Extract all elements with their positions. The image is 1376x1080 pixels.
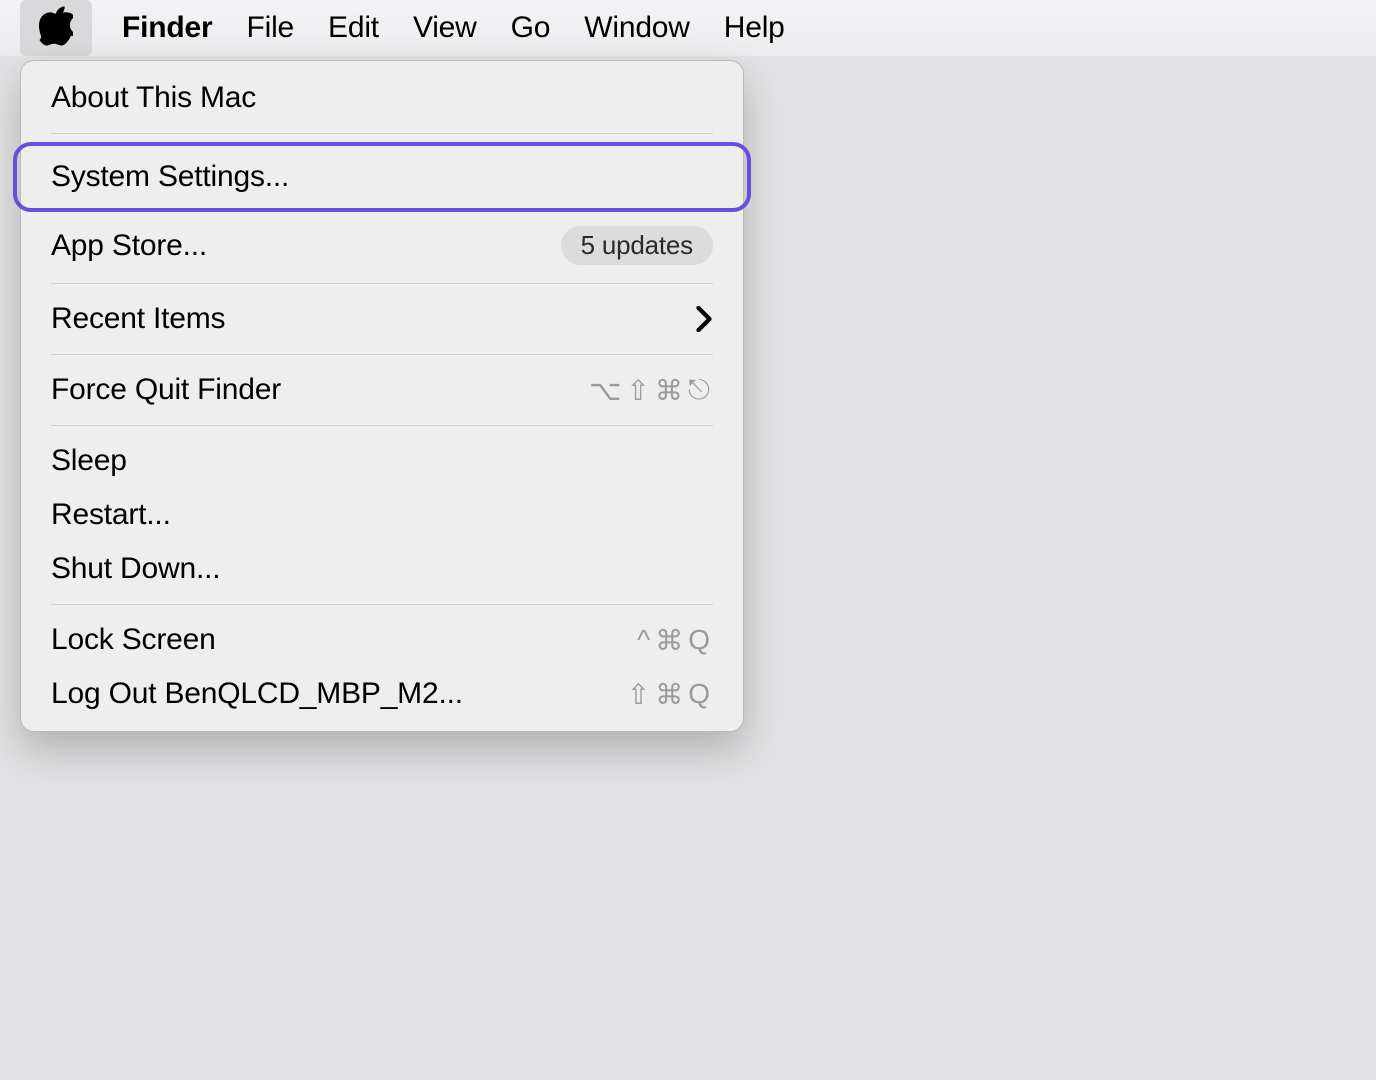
menu-recent-items[interactable]: Recent Items (21, 292, 743, 346)
menu-sleep[interactable]: Sleep (21, 434, 743, 488)
shift-key-icon: ⇧ (626, 374, 652, 407)
menu-separator (51, 354, 713, 355)
menu-log-out[interactable]: Log Out BenQLCD_MBP_M2... ⇧ ⌘ Q (21, 667, 743, 721)
menu-separator (51, 604, 713, 605)
command-key-icon: ⌘ (655, 678, 686, 711)
menu-item-label: Sleep (51, 444, 127, 478)
menu-item-label: About This Mac (51, 81, 256, 115)
menu-app-name[interactable]: Finder (122, 11, 212, 45)
menu-window[interactable]: Window (584, 11, 690, 45)
menu-separator (51, 133, 713, 134)
menu-about-this-mac[interactable]: About This Mac (21, 71, 743, 125)
q-key: Q (688, 678, 713, 710)
menubar: Finder File Edit View Go Window Help (0, 0, 1376, 56)
q-key: Q (688, 624, 713, 656)
escape-key-icon: ⎋ (688, 374, 713, 407)
keyboard-shortcut: ⌥ ⇧ ⌘ ⎋ (589, 374, 713, 407)
menu-separator (51, 283, 713, 284)
menu-system-settings[interactable]: System Settings... (13, 142, 751, 212)
apple-menu-button[interactable] (20, 0, 92, 56)
menu-item-label: Lock Screen (51, 623, 216, 657)
shift-key-icon: ⇧ (627, 678, 653, 711)
menu-item-label: Shut Down... (51, 552, 220, 586)
menu-item-label: Force Quit Finder (51, 373, 281, 407)
menu-item-label: Log Out BenQLCD_MBP_M2... (51, 677, 463, 711)
menu-go[interactable]: Go (511, 11, 551, 45)
option-key-icon: ⌥ (589, 374, 624, 407)
menu-edit[interactable]: Edit (328, 11, 379, 45)
keyboard-shortcut: ^ ⌘ Q (637, 624, 713, 657)
menu-item-label: System Settings... (51, 160, 289, 194)
control-key-icon: ^ (637, 624, 653, 656)
keyboard-shortcut: ⇧ ⌘ Q (627, 678, 713, 711)
apple-menu-dropdown: About This Mac System Settings... App St… (20, 60, 744, 732)
menu-item-label: App Store... (51, 229, 207, 263)
menu-force-quit[interactable]: Force Quit Finder ⌥ ⇧ ⌘ ⎋ (21, 363, 743, 417)
menu-restart[interactable]: Restart... (21, 488, 743, 542)
menu-shut-down[interactable]: Shut Down... (21, 542, 743, 596)
menu-item-label: Recent Items (51, 302, 225, 336)
menu-app-store[interactable]: App Store... 5 updates (21, 216, 743, 275)
menu-separator (51, 425, 713, 426)
menu-item-label: Restart... (51, 498, 171, 532)
command-key-icon: ⌘ (655, 624, 686, 657)
apple-icon (39, 6, 73, 51)
menu-view[interactable]: View (413, 11, 477, 45)
updates-badge: 5 updates (561, 226, 713, 265)
menu-help[interactable]: Help (724, 11, 785, 45)
menu-file[interactable]: File (246, 11, 294, 45)
menu-lock-screen[interactable]: Lock Screen ^ ⌘ Q (21, 613, 743, 667)
command-key-icon: ⌘ (655, 374, 686, 407)
chevron-right-icon (695, 306, 713, 332)
